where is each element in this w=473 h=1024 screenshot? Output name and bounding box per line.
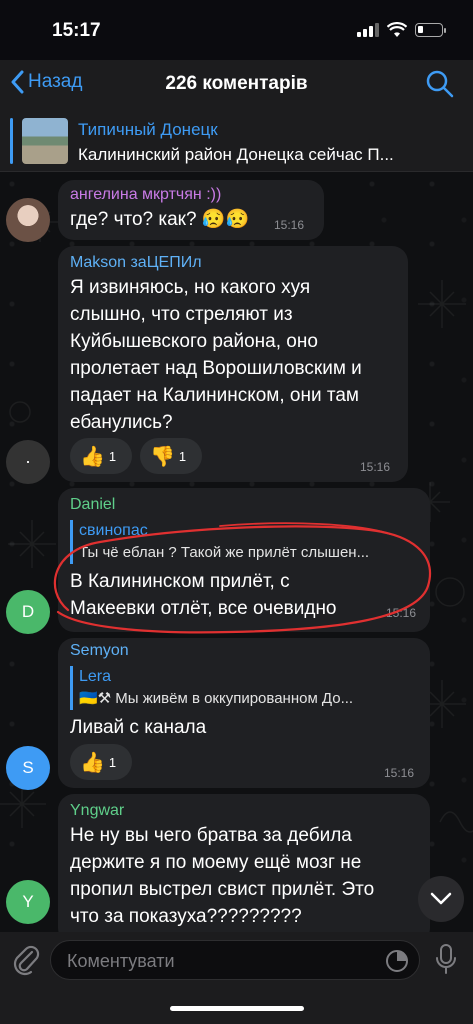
message-time: 15:16: [384, 766, 415, 780]
message-time: 15:16: [386, 606, 417, 620]
message-sender: Yngwar: [70, 802, 125, 819]
battery-icon: [415, 23, 446, 37]
battery-fill: [418, 26, 423, 33]
avatar-letter: D: [21, 602, 35, 621]
channel-accent-bar: [10, 118, 13, 164]
avatar[interactable]: [6, 440, 50, 484]
avatar-letter: Y: [22, 892, 34, 911]
reply-text: Ты чё еблан ? Такой же прилёт слышен...: [79, 544, 370, 561]
message-sender: Semyon: [70, 642, 129, 659]
message-line: ебанулись?: [70, 412, 173, 433]
message-text: Я извиняюсь, но какого хуя слышно, что с…: [70, 274, 362, 436]
message-line: слышно, что стреляют из: [70, 304, 293, 325]
reaction-thumbs-up[interactable]: 👍 1: [70, 438, 132, 474]
reaction-thumbs-up[interactable]: 👍 1: [70, 744, 132, 780]
message-time: 15:16: [360, 460, 391, 474]
reaction-thumbs-down[interactable]: 👎 1: [140, 438, 202, 474]
message-line: Ливай с канала: [70, 717, 207, 738]
message-text: Не ну вы чего братва за дебила держите я…: [70, 822, 374, 930]
status-icons: [357, 22, 446, 38]
message-sender: ангелина мкртчян :)): [70, 186, 222, 203]
avatar[interactable]: S: [6, 746, 50, 790]
microphone-button[interactable]: [435, 944, 457, 979]
scroll-down-button[interactable]: [418, 876, 464, 922]
avatar[interactable]: D: [6, 590, 50, 634]
message-line: Я извиняюсь, но какого хуя: [70, 277, 311, 298]
sticker-icon: [386, 950, 408, 972]
message-line: держите я по моему ещё мозг не: [70, 852, 362, 873]
home-indicator[interactable]: [170, 1006, 304, 1011]
thumbs-down-icon: 👎: [150, 445, 175, 468]
status-time: 15:17: [52, 20, 101, 41]
message-line: что за показуха?????????: [70, 906, 302, 927]
channel-header[interactable]: Типичный Донецк Калининский район Донецк…: [0, 110, 473, 172]
status-bar: 15:17: [0, 0, 473, 60]
message-time: 15:16: [274, 218, 305, 232]
channel-name: Типичный Донецк: [78, 120, 218, 139]
reaction-count: 1: [108, 754, 117, 770]
reaction-count: 1: [108, 448, 117, 464]
message-line: Куйбышевского района, оно: [70, 331, 318, 352]
message-line: пропил выстрел свист прилёт. Это: [70, 879, 375, 900]
search-button[interactable]: [425, 69, 455, 104]
wifi-icon: [387, 22, 407, 37]
comment-input[interactable]: Коментувати: [50, 940, 420, 980]
reply-text: 🇺🇦⚒ Мы живём в оккупированном До...: [79, 690, 354, 707]
message-text: Ливай с канала: [70, 714, 206, 741]
microphone-icon: [436, 944, 456, 974]
reply-quote[interactable]: Lera 🇺🇦⚒ Мы живём в оккупированном До...: [70, 666, 420, 710]
sticker-button[interactable]: [385, 949, 409, 978]
avatar[interactable]: [6, 198, 50, 242]
nav-bar: Назад 226 коментарів: [0, 60, 473, 110]
message-bubble[interactable]: Yngwar Не ну вы чего братва за дебила де…: [58, 794, 430, 944]
channel-preview: Калининский район Донецка сейчас П...: [78, 145, 394, 164]
reaction-count: 1: [178, 448, 187, 464]
message-sender: Makson заЦЕПИл: [70, 254, 202, 271]
message-text: где? что? как? 😥😥: [70, 209, 250, 230]
search-icon: [426, 70, 454, 98]
message-bubble[interactable]: ангелина мкртчян :)) где? что? как? 😥😥 1…: [58, 180, 324, 240]
message-line: В Калининском прилёт, с: [70, 571, 290, 592]
reply-author: свинопас: [79, 522, 148, 539]
chevron-down-icon: [430, 892, 452, 905]
message-text: В Калининском прилёт, с Макеевки отлёт, …: [70, 568, 337, 622]
message-line: Не ну вы чего братва за дебила: [70, 825, 352, 846]
avatar[interactable]: Y: [6, 880, 50, 924]
reply-quote[interactable]: свинопас Ты чё еблан ? Такой же прилёт с…: [70, 520, 420, 564]
message-bubble[interactable]: Semyon Lera 🇺🇦⚒ Мы живём в оккупированно…: [58, 638, 430, 788]
channel-thumbnail: [22, 118, 68, 164]
back-button[interactable]: Назад: [10, 70, 82, 94]
avatar-letter: S: [22, 758, 34, 777]
message-bubble[interactable]: Makson заЦЕПИл Я извиняюсь, но какого ху…: [58, 246, 408, 482]
message-bubble[interactable]: Daniel свинопас Ты чё еблан ? Такой же п…: [58, 488, 430, 632]
back-label: Назад: [28, 71, 83, 92]
message-line: пролетает над Ворошиловским и: [70, 358, 362, 379]
chevron-left-icon: [11, 70, 24, 94]
message-line: падает на Калининском, они там: [70, 385, 359, 406]
signal-icon: [357, 23, 379, 37]
thumbs-up-icon: 👍: [80, 445, 105, 468]
message-sender: Daniel: [70, 496, 116, 513]
message-line: Макеевки отлёт, все очевидно: [70, 598, 337, 619]
reply-author: Lera: [79, 668, 112, 685]
attach-button[interactable]: [12, 942, 40, 981]
comment-placeholder: Коментувати: [67, 951, 175, 971]
paperclip-icon: [13, 945, 40, 976]
thumbs-up-icon: 👍: [80, 751, 105, 774]
